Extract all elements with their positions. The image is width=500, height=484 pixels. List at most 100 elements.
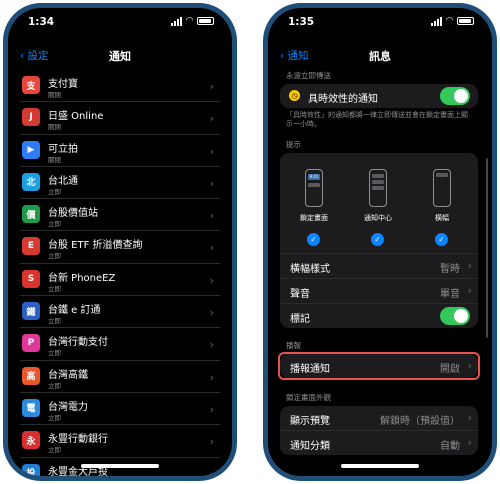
app-notification-status: 立即	[48, 252, 61, 261]
chevron-right-icon: ›	[209, 176, 214, 190]
wifi-icon: ◠	[186, 16, 193, 26]
show-previews-label: 顯示預覽	[290, 416, 330, 427]
chevron-right-icon: ›	[467, 284, 472, 297]
chevron-right-icon: ›	[209, 209, 214, 223]
time-sensitive-toggle[interactable]	[440, 87, 470, 105]
app-notification-status: 關閉	[48, 155, 61, 164]
list-item[interactable]: ▶ 可立拍 關閉 ›	[20, 135, 220, 167]
checkmark-icon[interactable]: ✓	[435, 233, 448, 246]
banner-style-row[interactable]: 橫幅樣式 暫時 ›	[280, 253, 478, 278]
banner-preview[interactable]	[433, 169, 451, 207]
list-item[interactable]: 價台股價值站 立即 ›	[20, 199, 220, 232]
app-icon: J	[22, 108, 40, 127]
app-icon: P	[22, 334, 40, 353]
sound-row[interactable]: 聲音 單音 ›	[280, 278, 478, 303]
page-title: 訊息	[369, 50, 391, 63]
app-icon: 永	[22, 431, 40, 450]
app-name: 台鐵 e 訂通	[48, 305, 101, 317]
chevron-right-icon: ›	[209, 144, 214, 158]
list-item[interactable]: E 台股 ETF 折溢價查詢 立即 ›	[20, 231, 220, 264]
app-icon: 價	[22, 205, 40, 224]
signal-icon	[171, 16, 183, 26]
chevron-right-icon: ›	[209, 370, 214, 384]
status-icons: ◠	[171, 16, 214, 26]
list-item[interactable]: 高台灣高鐵 立即 ›	[20, 361, 220, 393]
chevron-right-icon: ›	[209, 467, 214, 476]
list-item[interactable]: 北台北通 立即 ›	[20, 167, 220, 200]
chevron-right-icon: ›	[209, 435, 214, 449]
left-screen: 1:34 ◠ ‹ 設定 通知 支支付寶 關閉 › J 日盛 Online 關閉 › ▶ 可立拍關…	[8, 8, 232, 476]
app-icon: 北	[22, 172, 40, 191]
clock-icon: ◷	[289, 90, 300, 101]
app-name: 台北通	[48, 175, 78, 187]
app-notification-status: 立即	[48, 317, 61, 326]
home-indicator	[341, 464, 419, 468]
alert-styles: 9:41 鎖定畫面 通知中心 橫幅 ✓ ✓ ✓	[280, 153, 478, 253]
app-icon: 鐵	[22, 302, 40, 321]
right-screen: 1:35 ◠ ‹ 通知 訊息 永遠立即傳送 ◷ 具時效性的通知 「具時效性」的通…	[268, 8, 492, 476]
list-item[interactable]: 永永豐行動銀行 立即 ›	[20, 425, 220, 458]
style-label-lock: 鎖定畫面	[300, 214, 328, 222]
badges-row[interactable]: 標記	[280, 303, 478, 328]
sound-value: 單音	[440, 289, 460, 300]
wifi-icon: ◠	[446, 16, 453, 26]
app-icon: E	[22, 237, 40, 256]
app-notification-status: 立即	[48, 381, 61, 390]
app-name: 台灣行動支付	[48, 337, 108, 349]
lock-screen-preview[interactable]: 9:41	[305, 169, 323, 207]
nav-bar: ‹ 設定 通知	[8, 44, 232, 66]
app-name: 永豐行動銀行	[48, 434, 108, 446]
list-item[interactable]: 電台灣電力 立即 ›	[20, 393, 220, 426]
checkmark-icon[interactable]: ✓	[371, 233, 384, 246]
app-name: 台灣電力	[48, 401, 88, 413]
checkmark-icon[interactable]: ✓	[307, 233, 320, 246]
app-notification-status: 立即	[48, 220, 61, 229]
device-time: 9:41	[308, 174, 320, 180]
app-icon: 投	[22, 463, 40, 476]
chevron-right-icon: ›	[209, 306, 214, 320]
notification-grouping-row[interactable]: 通知分類 自動 ›	[280, 430, 478, 455]
group-announce: 播報通知 開啟 ›	[278, 352, 480, 380]
battery-icon	[197, 17, 214, 25]
left-phone: 1:34 ◠ ‹ 設定 通知 支支付寶 關閉 › J 日盛 Online 關閉 › ▶ 可立拍關…	[3, 3, 237, 481]
app-icon: ▶	[22, 140, 40, 159]
time-sensitive-note: 「具時效性」的通知都將一律立即傳送並會在鎖定畫面上顯示一小時。	[286, 111, 468, 128]
list-item[interactable]: P 台灣行動支付 立即 ›	[20, 328, 220, 361]
notch	[74, 8, 166, 30]
status-icons: ◠	[431, 16, 474, 26]
signal-icon	[431, 16, 443, 26]
time-sensitive-row[interactable]: ◷ 具時效性的通知	[280, 84, 478, 108]
app-notification-status: 立即	[48, 446, 61, 455]
show-previews-row[interactable]: 顯示預覽 解鎖時（預設值） ›	[280, 406, 478, 430]
app-notification-status: 立即	[48, 284, 61, 293]
app-icon: 電	[22, 398, 40, 417]
chevron-right-icon: ›	[209, 273, 214, 287]
section-label-announce: 播報	[286, 341, 301, 350]
group-alerts: 9:41 鎖定畫面 通知中心 橫幅 ✓ ✓ ✓ 橫幅樣式 暫時 › 聲音 單音 …	[280, 153, 478, 328]
section-label-alerts: 提示	[286, 140, 301, 149]
banner-style-label: 橫幅樣式	[290, 264, 330, 275]
list-item[interactable]: 鐵台鐵 e 訂通 立即 ›	[20, 296, 220, 329]
sound-label: 聲音	[290, 289, 310, 300]
chevron-right-icon: ›	[467, 436, 472, 449]
list-item[interactable]: 支支付寶 關閉 ›	[20, 70, 220, 103]
chevron-right-icon: ›	[209, 80, 214, 93]
chevron-right-icon: ›	[209, 402, 214, 416]
notch	[334, 8, 426, 30]
notification-center-preview[interactable]	[369, 169, 387, 207]
right-phone: 1:35 ◠ ‹ 通知 訊息 永遠立即傳送 ◷ 具時效性的通知 「具時效性」的通…	[263, 3, 497, 481]
chevron-right-icon: ›	[467, 259, 472, 272]
nav-bar: ‹ 通知 訊息	[268, 44, 492, 66]
app-name: 可立拍	[48, 143, 78, 155]
app-name: 台股價值站	[48, 208, 98, 220]
app-icon: S	[22, 269, 40, 288]
app-list: 支支付寶 關閉 › J 日盛 Online 關閉 › ▶ 可立拍 關閉 › 北台北通 立即 › 價台股價值站…	[20, 70, 220, 476]
page-title: 通知	[109, 50, 131, 63]
list-item[interactable]: J 日盛 Online 關閉 ›	[20, 102, 220, 135]
app-name: 支付寶	[48, 79, 78, 90]
badges-toggle[interactable]	[440, 307, 470, 325]
badges-label: 標記	[290, 314, 310, 325]
list-item[interactable]: S 台新 PhoneEZ 立即 ›	[20, 264, 220, 297]
settings-content: 永遠立即傳送 ◷ 具時效性的通知 「具時效性」的通知都將一律立即傳送並會在鎖定畫…	[278, 70, 480, 455]
scrollbar[interactable]	[486, 158, 488, 338]
